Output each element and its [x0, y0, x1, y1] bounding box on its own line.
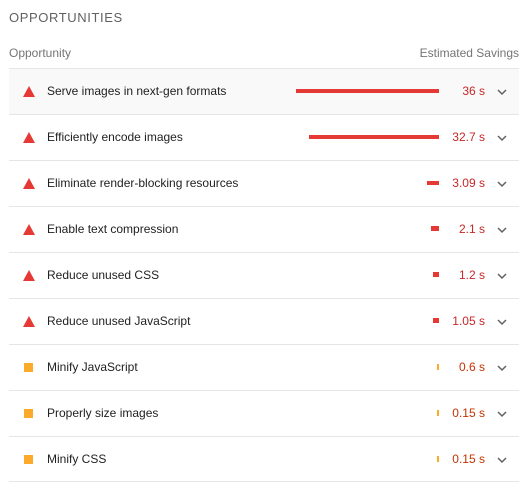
column-header-opportunity: Opportunity	[9, 46, 72, 60]
opportunity-row[interactable]: Reduce unused CSS 1.2 s	[9, 252, 519, 298]
opportunity-label: Reduce unused JavaScript	[47, 314, 191, 328]
savings-value: 36 s	[462, 84, 485, 98]
opportunity-row[interactable]: Enable text compression 2.1 s	[9, 206, 519, 252]
chevron-down-icon[interactable]	[495, 407, 509, 421]
warning-triangle-icon	[23, 86, 35, 97]
savings-value: 32.7 s	[452, 130, 485, 144]
savings-bar	[437, 456, 439, 462]
section-title: OPPORTUNITIES	[9, 10, 123, 25]
savings-bar	[437, 364, 439, 370]
savings-value: 0.15 s	[452, 452, 485, 466]
savings-value: 1.2 s	[458, 268, 485, 282]
opportunity-list: Serve images in next-gen formats 36 s Effi…	[9, 68, 519, 482]
warning-triangle-icon	[23, 178, 35, 189]
warning-triangle-icon	[23, 132, 35, 143]
savings-value: 0.6 s	[458, 360, 485, 374]
savings-value: 2.1 s	[458, 222, 485, 236]
opportunity-label: Eliminate render-blocking resources	[47, 176, 239, 190]
opportunity-label: Properly size images	[47, 406, 159, 420]
opportunity-label: Enable text compression	[47, 222, 179, 236]
savings-bar	[296, 89, 439, 93]
chevron-down-icon[interactable]	[495, 223, 509, 237]
opportunity-label: Efficiently encode images	[47, 130, 183, 144]
warning-triangle-icon	[23, 224, 35, 235]
savings-bar	[427, 181, 439, 185]
savings-bar	[431, 226, 439, 231]
savings-bar	[433, 318, 439, 323]
square-icon	[24, 409, 33, 418]
chevron-down-icon[interactable]	[495, 85, 509, 99]
chevron-down-icon[interactable]	[495, 453, 509, 467]
opportunity-row[interactable]: Properly size images 0.15 s	[9, 390, 519, 436]
opportunity-row[interactable]: Efficiently encode images 32.7 s	[9, 114, 519, 160]
chevron-down-icon[interactable]	[495, 361, 509, 375]
opportunity-row[interactable]: Reduce unused JavaScript 1.05 s	[9, 298, 519, 344]
opportunity-label: Reduce unused CSS	[47, 268, 160, 282]
square-icon	[24, 363, 33, 372]
opportunity-row[interactable]: Eliminate render-blocking resources 3.09 …	[9, 160, 519, 206]
savings-bar	[309, 135, 439, 139]
opportunities-panel: OPPORTUNITIES Opportunity Estimated Savi…	[0, 0, 527, 493]
chevron-down-icon[interactable]	[495, 315, 509, 329]
opportunity-row[interactable]: Minify CSS 0.15 s	[9, 436, 519, 482]
opportunity-label: Minify CSS	[47, 452, 107, 466]
savings-bar	[433, 272, 439, 277]
opportunity-label: Minify JavaScript	[47, 360, 138, 374]
savings-value: 0.15 s	[452, 406, 485, 420]
column-header-estimated-savings: Estimated Savings	[419, 46, 519, 60]
opportunity-row[interactable]: Serve images in next-gen formats 36 s	[9, 68, 519, 114]
chevron-down-icon[interactable]	[495, 269, 509, 283]
opportunity-row[interactable]: Minify JavaScript 0.6 s	[9, 344, 519, 390]
column-header: Opportunity Estimated Savings	[9, 46, 519, 62]
opportunity-label: Serve images in next-gen formats	[47, 84, 227, 98]
warning-triangle-icon	[23, 316, 35, 327]
savings-value: 1.05 s	[452, 314, 485, 328]
savings-value: 3.09 s	[452, 176, 485, 190]
chevron-down-icon[interactable]	[495, 177, 509, 191]
square-icon	[24, 455, 33, 464]
chevron-down-icon[interactable]	[495, 131, 509, 145]
warning-triangle-icon	[23, 270, 35, 281]
savings-bar	[437, 410, 439, 416]
